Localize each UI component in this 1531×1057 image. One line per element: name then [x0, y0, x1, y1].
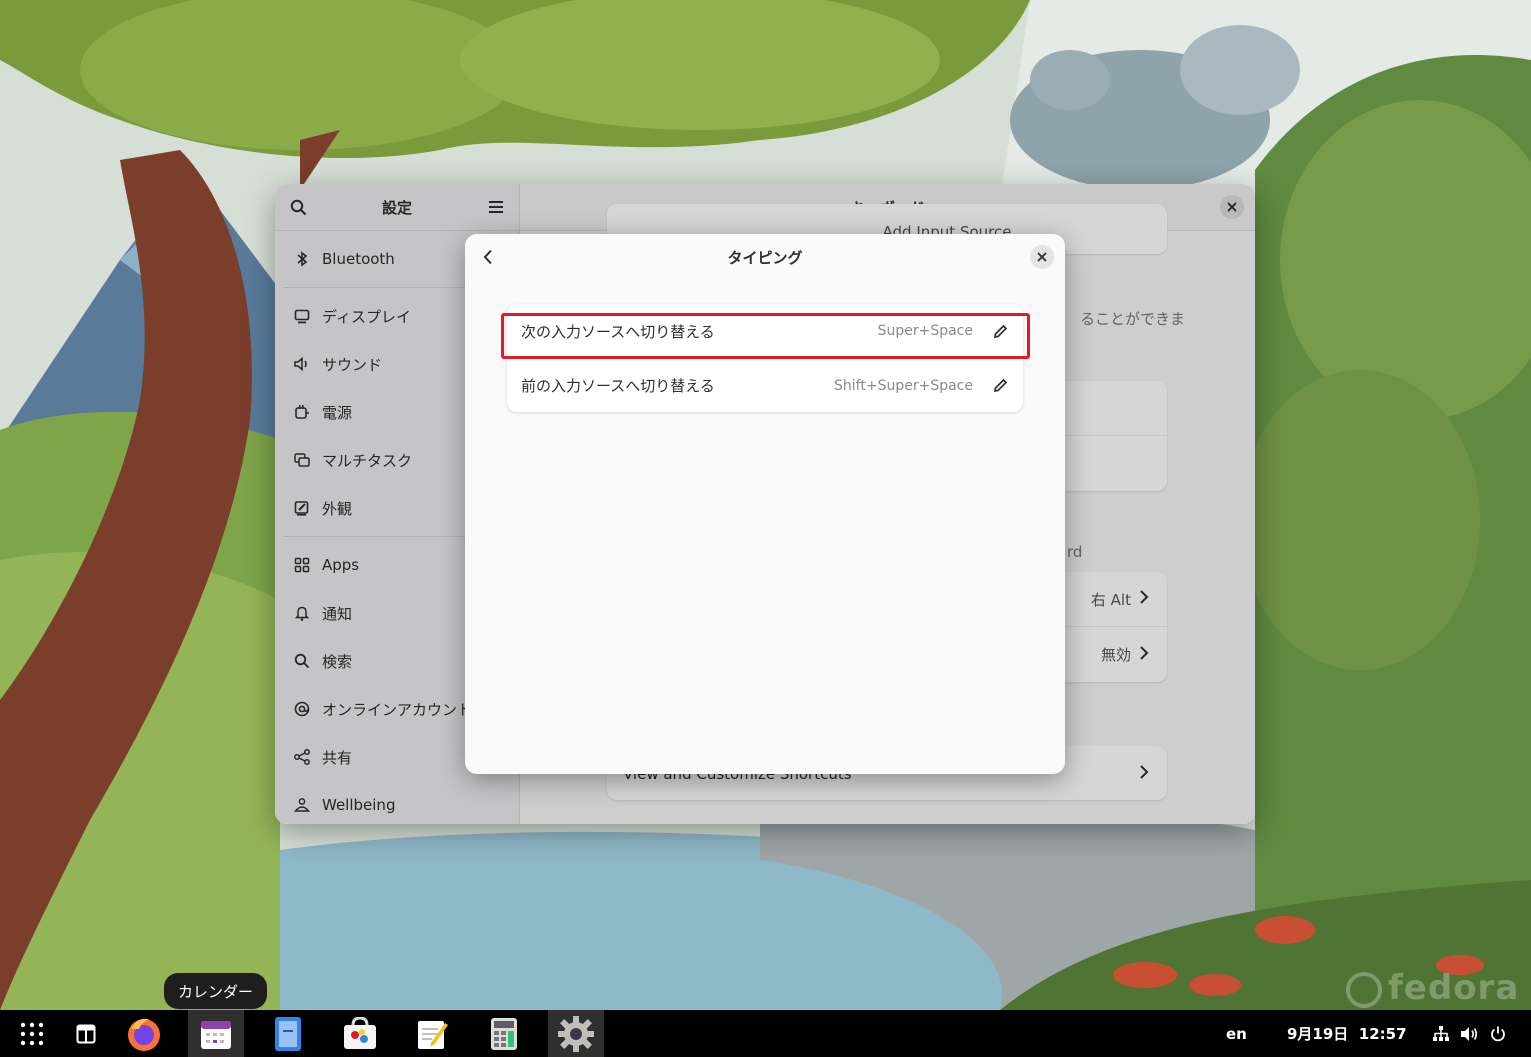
shortcut-label: 前の入力ソースへ切り替える — [521, 377, 715, 395]
calendar-button[interactable] — [188, 1010, 244, 1057]
settings-button[interactable] — [548, 1010, 604, 1057]
close-icon — [1037, 252, 1047, 262]
document-viewer-icon — [275, 1016, 301, 1051]
network-icon[interactable] — [1432, 1010, 1450, 1057]
text-editor-button[interactable] — [404, 1010, 460, 1057]
clock[interactable]: 9月19日 12:57 — [1287, 1010, 1407, 1057]
text-editor-icon — [418, 1020, 448, 1049]
app-grid-button[interactable] — [4, 1010, 60, 1057]
software-icon — [344, 1016, 376, 1049]
pencil-icon[interactable] — [991, 322, 1009, 340]
shortcut-keys: Shift+Super+Space — [834, 377, 973, 394]
dock-tooltip: カレンダー — [164, 973, 268, 1009]
software-button[interactable] — [332, 1010, 388, 1057]
taskbar: en 9月19日 12:57 — [0, 1010, 1531, 1057]
back-button[interactable] — [477, 246, 499, 268]
shortcut-row-next-source[interactable]: 次の入力ソースへ切り替える Super+Space — [507, 304, 1023, 358]
typing-dialog: タイピング 次の入力ソースへ切り替える Super+Space 前の入力ソースへ… — [465, 234, 1065, 774]
dialog-title: タイピング — [727, 248, 803, 267]
volume-icon[interactable] — [1460, 1010, 1478, 1057]
app-grid-icon — [20, 1022, 44, 1045]
document-viewer-button[interactable] — [260, 1010, 316, 1057]
chevron-left-icon — [483, 249, 492, 265]
shortcut-list: 次の入力ソースへ切り替える Super+Space 前の入力ソースへ切り替える … — [507, 304, 1023, 412]
pencil-icon[interactable] — [991, 377, 1009, 395]
shortcut-label: 次の入力ソースへ切り替える — [521, 322, 715, 341]
input-language-indicator[interactable]: en — [1226, 1010, 1247, 1057]
dialog-header: タイピング — [465, 234, 1065, 280]
firefox-button[interactable] — [116, 1010, 172, 1057]
calendar-icon — [201, 1020, 231, 1049]
firefox-icon — [128, 1018, 160, 1051]
shortcut-keys: Super+Space — [877, 323, 973, 339]
settings-icon — [558, 1015, 594, 1052]
fedora-logo: fedora — [1346, 968, 1519, 1008]
dialog-close-button[interactable] — [1030, 245, 1054, 269]
calculator-icon — [491, 1017, 517, 1050]
workspace-icon — [76, 1024, 96, 1043]
shortcut-row-previous-source[interactable]: 前の入力ソースへ切り替える Shift+Super+Space — [507, 358, 1023, 412]
workspace-button[interactable] — [58, 1010, 114, 1057]
calculator-button[interactable] — [476, 1010, 532, 1057]
power-icon[interactable] — [1490, 1010, 1506, 1057]
